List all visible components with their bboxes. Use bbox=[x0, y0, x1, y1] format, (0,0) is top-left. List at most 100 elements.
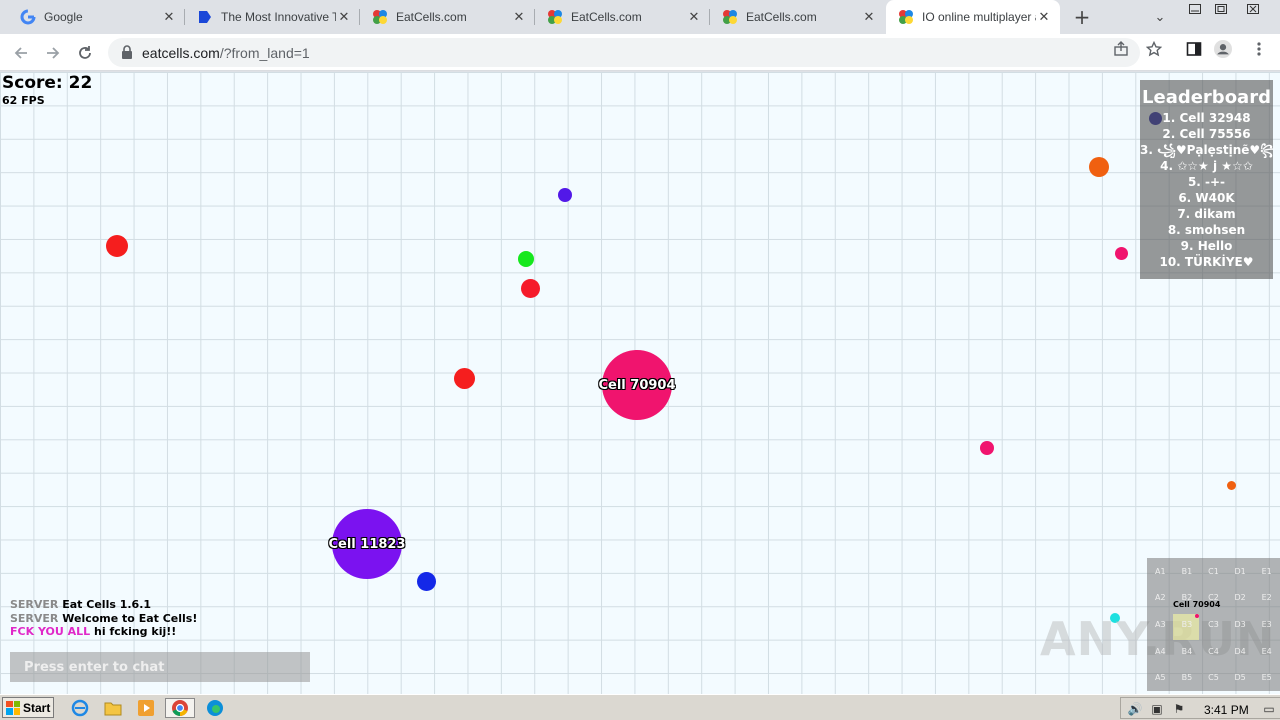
chat-log: SERVER Eat Cells 1.6.1 SERVER Welcome to… bbox=[10, 598, 197, 639]
food-pellet bbox=[1115, 247, 1128, 260]
minimize-icon[interactable] bbox=[1182, 0, 1208, 18]
url-host: eatcells.com bbox=[142, 45, 220, 61]
cell-name: Cell 11823 bbox=[328, 536, 406, 552]
food-pellet bbox=[417, 572, 436, 591]
tab-title: IO online multiplayer a bbox=[922, 10, 1036, 24]
network-icon[interactable]: ▣ bbox=[1149, 701, 1165, 717]
leaderboard-title: Leaderboard bbox=[1142, 87, 1271, 108]
volume-icon[interactable]: 🔊 bbox=[1127, 701, 1143, 717]
player-cell: Cell 70904 bbox=[598, 350, 676, 420]
minimap-sector-label: D5 bbox=[1234, 673, 1246, 683]
food-pellet bbox=[558, 188, 572, 202]
food-pellet bbox=[106, 235, 128, 257]
tab-google[interactable]: Google ✕ bbox=[8, 0, 185, 34]
reload-icon[interactable] bbox=[72, 40, 98, 66]
restore-icon[interactable] bbox=[1208, 0, 1234, 18]
eatcells-icon bbox=[898, 9, 914, 25]
tab-io-multiplayer[interactable]: IO online multiplayer a ✕ bbox=[886, 0, 1060, 34]
edge-icon[interactable] bbox=[205, 698, 225, 718]
new-tab-button[interactable]: + bbox=[1070, 5, 1094, 29]
system-tray: 🔊 ▣ ⚑ 3:41 PM ▭ bbox=[1120, 697, 1280, 719]
side-panel-icon[interactable] bbox=[1185, 40, 1203, 58]
food-pellet bbox=[521, 279, 540, 298]
food-pellet bbox=[1227, 481, 1236, 490]
show-desktop-icon[interactable]: ▭ bbox=[1261, 701, 1277, 717]
minimap-sector-label: D4 bbox=[1234, 646, 1246, 656]
minimap: A1 B1 C1 D1 E1 A2 B2 C2 D2 E2 A3 B3 C3 D3 E3 A4 B4 C4 D4 E4… bbox=[1147, 558, 1280, 691]
google-icon bbox=[20, 9, 36, 25]
leaderboard-entry: 7. dikam bbox=[1177, 207, 1236, 221]
bookmark-star-icon[interactable] bbox=[1145, 40, 1163, 58]
start-label: Start bbox=[23, 700, 51, 715]
minimap-sector-label: B4 bbox=[1181, 646, 1193, 656]
back-icon[interactable] bbox=[8, 40, 34, 66]
minimap-sector-label: C3 bbox=[1208, 619, 1219, 629]
leaderboard-entry: 5. -+- bbox=[1187, 175, 1226, 189]
tab-innovative[interactable]: The Most Innovative Tr ✕ bbox=[185, 0, 360, 34]
minimap-sector-label: E3 bbox=[1261, 619, 1272, 629]
minimap-sector-label: D3 bbox=[1234, 619, 1246, 629]
kebab-menu-icon[interactable] bbox=[1250, 40, 1268, 58]
chat-message: FCK YOU ALL hi fcking kij!! bbox=[10, 625, 197, 639]
close-icon[interactable]: ✕ bbox=[161, 9, 177, 25]
windows-logo-icon bbox=[6, 700, 20, 715]
leaderboard-entry: 1. Cell 32948 bbox=[1162, 111, 1251, 125]
tab-title: EatCells.com bbox=[571, 10, 642, 24]
minimap-sector-label: B1 bbox=[1181, 566, 1193, 576]
chrome-taskbar-button[interactable] bbox=[165, 698, 195, 718]
share-icon[interactable] bbox=[1112, 40, 1130, 58]
leaderboard-entry: 4. ✩☆★ j ★☆✩ bbox=[1160, 159, 1253, 173]
close-window-icon[interactable] bbox=[1240, 0, 1266, 18]
minimap-sector-label: A3 bbox=[1155, 619, 1166, 629]
media-player-icon[interactable] bbox=[136, 698, 156, 718]
minimap-player-label: Cell 70904 bbox=[1173, 600, 1221, 609]
tab-eatcells-1[interactable]: EatCells.com ✕ bbox=[360, 0, 535, 34]
browser-toolbar: eatcells.com/?from_land=1 bbox=[0, 34, 1280, 71]
action-center-flag-icon[interactable]: ⚑ bbox=[1171, 701, 1187, 717]
close-icon[interactable]: ✕ bbox=[1036, 9, 1052, 25]
food-pellet bbox=[518, 251, 534, 267]
eatcells-icon bbox=[722, 9, 738, 25]
game-canvas[interactable]: Score: 22 62 FPS Cell 70904 Cell 11823 L… bbox=[0, 72, 1280, 694]
leaderboard-entry: 10. TÜRKİYE♥ bbox=[1159, 255, 1254, 269]
tab-eatcells-3[interactable]: EatCells.com ✕ bbox=[710, 0, 885, 34]
file-explorer-icon[interactable] bbox=[103, 698, 123, 718]
fps-label: 62 FPS bbox=[2, 94, 45, 107]
leaderboard: Leaderboard 1. Cell 32948 2. Cell 75556 … bbox=[1140, 80, 1273, 279]
profile-avatar-icon[interactable] bbox=[1214, 40, 1232, 58]
tab-title: Google bbox=[44, 10, 83, 24]
chat-input[interactable] bbox=[10, 652, 310, 682]
food-pellet bbox=[980, 441, 994, 455]
cell-name: Cell 70904 bbox=[598, 377, 676, 393]
tab-eatcells-2[interactable]: EatCells.com ✕ bbox=[535, 0, 710, 34]
minimap-sector-label: C1 bbox=[1208, 566, 1219, 576]
food-pellet bbox=[454, 368, 475, 389]
forward-icon[interactable] bbox=[40, 40, 66, 66]
chat-text: Eat Cells 1.6.1 bbox=[62, 598, 152, 611]
chat-sender: SERVER bbox=[10, 611, 59, 625]
site-icon bbox=[197, 9, 213, 25]
tab-strip: Google ✕ The Most Innovative Tr ✕ EatCel… bbox=[0, 0, 1280, 34]
close-icon[interactable]: ✕ bbox=[336, 9, 352, 25]
start-button[interactable]: Start bbox=[2, 697, 54, 718]
url-path: /?from_land=1 bbox=[219, 45, 310, 61]
close-icon[interactable]: ✕ bbox=[686, 9, 702, 25]
close-icon[interactable]: ✕ bbox=[511, 9, 527, 25]
close-icon[interactable]: ✕ bbox=[861, 9, 877, 25]
chat-sender: FCK YOU ALL bbox=[10, 625, 91, 638]
taskbar: Start 🔊 ▣ ⚑ 3:41 PM ▭ bbox=[0, 694, 1280, 720]
internet-explorer-icon[interactable] bbox=[70, 698, 90, 718]
lock-icon[interactable] bbox=[120, 44, 134, 60]
chat-text: hi fcking kij!! bbox=[94, 625, 177, 638]
eatcells-icon bbox=[372, 9, 388, 25]
food-pellet bbox=[1089, 157, 1109, 177]
leaderboard-entry: 6. W40K bbox=[1178, 191, 1235, 205]
tab-title: The Most Innovative Tr bbox=[221, 10, 336, 24]
score-label: Score: 22 bbox=[2, 73, 93, 93]
minimap-sector-label: E5 bbox=[1261, 673, 1272, 683]
url-text[interactable]: eatcells.com/?from_land=1 bbox=[142, 45, 310, 61]
tab-title: EatCells.com bbox=[746, 10, 817, 24]
address-bar[interactable]: eatcells.com/?from_land=1 bbox=[108, 38, 1140, 67]
chevron-down-icon[interactable]: ⌄ bbox=[1150, 7, 1170, 27]
minimap-player-dot bbox=[1195, 614, 1199, 618]
